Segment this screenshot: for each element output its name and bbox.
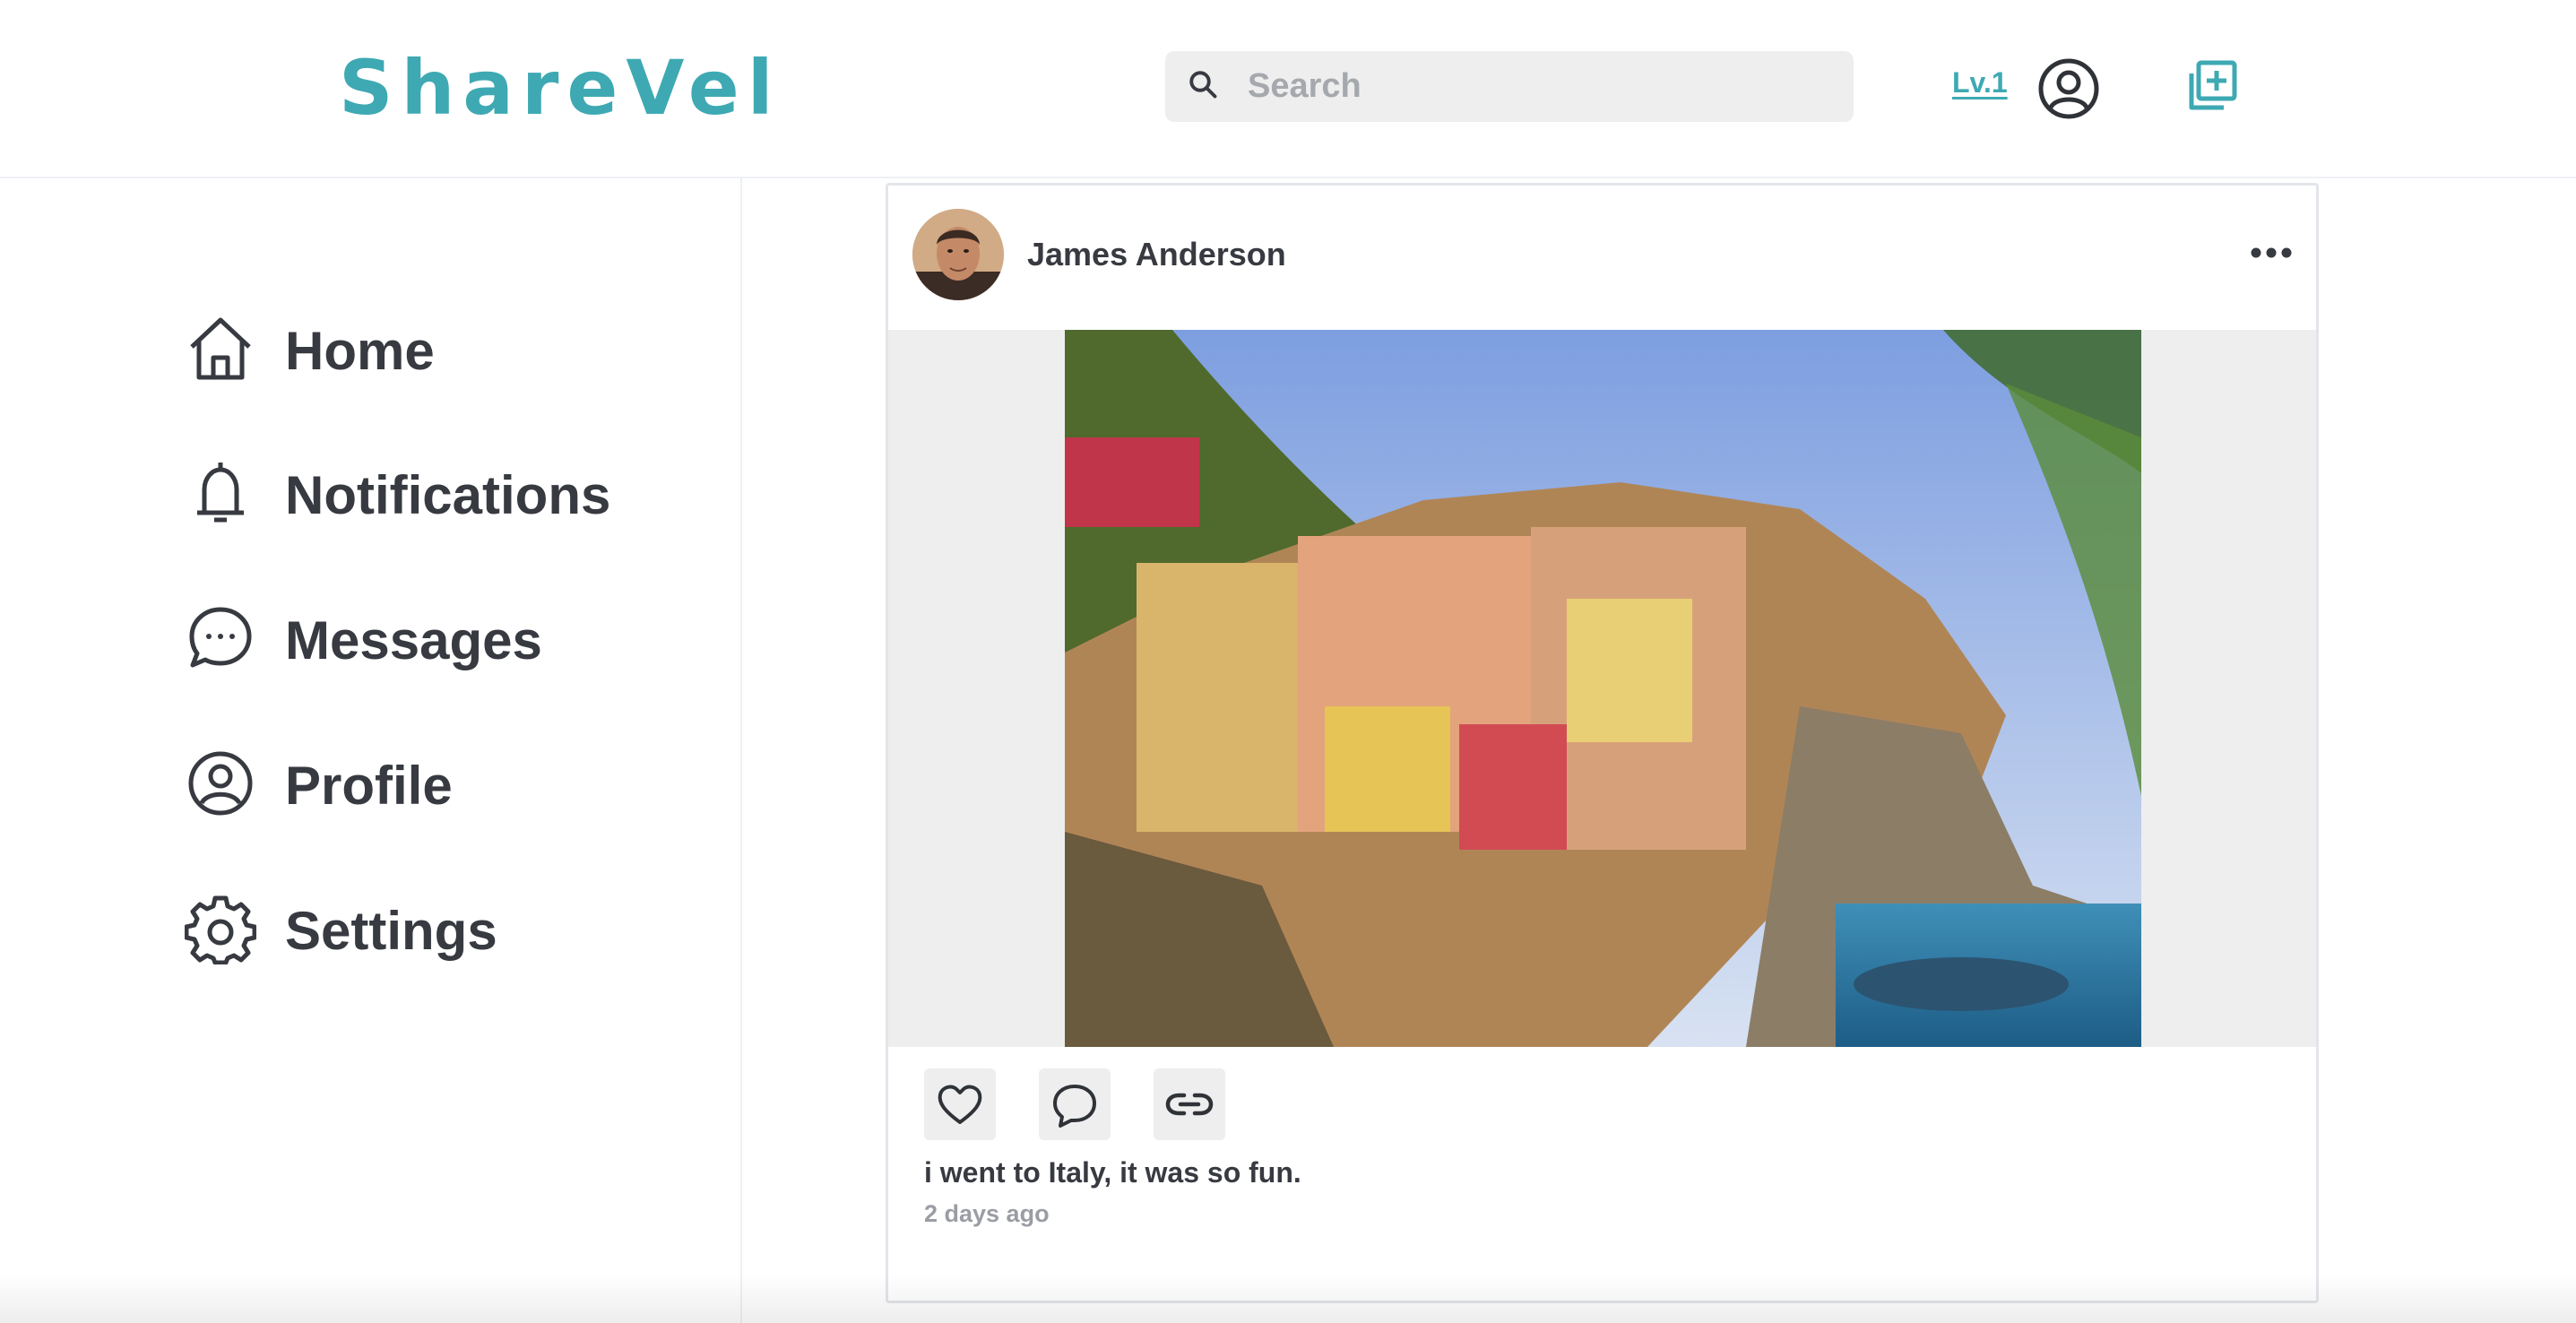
gear-icon bbox=[184, 893, 257, 969]
sidebar-item-label: Messages bbox=[285, 610, 542, 670]
sidebar-item-home[interactable]: Home bbox=[185, 310, 435, 391]
post-header: James Anderson bbox=[888, 186, 2316, 330]
comment-icon[interactable] bbox=[1039, 1068, 1111, 1140]
search-icon bbox=[1187, 68, 1219, 105]
author-name[interactable]: James Anderson bbox=[1027, 236, 1286, 273]
home-icon bbox=[185, 313, 256, 389]
sidebar-item-label: Notifications bbox=[285, 464, 611, 525]
add-post-icon[interactable] bbox=[2183, 57, 2240, 115]
more-options-icon[interactable] bbox=[2249, 239, 2294, 266]
sidebar-item-profile[interactable]: Profile bbox=[185, 745, 453, 826]
search-input[interactable]: Search bbox=[1248, 67, 1361, 106]
logo[interactable]: ShareVel bbox=[339, 43, 782, 133]
bell-icon bbox=[185, 457, 256, 533]
level-link[interactable]: Lv.1 bbox=[1952, 66, 2008, 99]
chat-bubble-icon bbox=[185, 602, 256, 679]
search-bar[interactable]: Search bbox=[1165, 51, 1854, 122]
sidebar-item-messages[interactable]: Messages bbox=[185, 600, 542, 680]
like-heart-icon[interactable] bbox=[924, 1068, 996, 1140]
user-circle-icon[interactable] bbox=[2037, 57, 2100, 120]
profile-icon bbox=[185, 748, 256, 824]
post-photo[interactable] bbox=[1065, 330, 2141, 1047]
top-bar: ShareVel Search Lv.1 bbox=[0, 0, 2576, 178]
share-link-icon[interactable] bbox=[1154, 1068, 1225, 1140]
sidebar-nav: Home Notifications Messages Profile Sett… bbox=[0, 178, 742, 1323]
post-actions bbox=[924, 1068, 1225, 1140]
post-media bbox=[888, 330, 2316, 1047]
sidebar-item-label: Settings bbox=[285, 900, 497, 961]
post-timestamp: 2 days ago bbox=[924, 1200, 1050, 1227]
avatar[interactable] bbox=[912, 209, 1004, 300]
post-card: James Anderson i went to Italy, it was s… bbox=[886, 183, 2319, 1303]
sidebar-item-label: Profile bbox=[285, 755, 453, 816]
sidebar-item-settings[interactable]: Settings bbox=[184, 890, 497, 971]
post-caption: i went to Italy, it was so fun. bbox=[924, 1156, 1301, 1189]
sidebar-item-notifications[interactable]: Notifications bbox=[185, 454, 610, 535]
sidebar-item-label: Home bbox=[285, 320, 435, 381]
